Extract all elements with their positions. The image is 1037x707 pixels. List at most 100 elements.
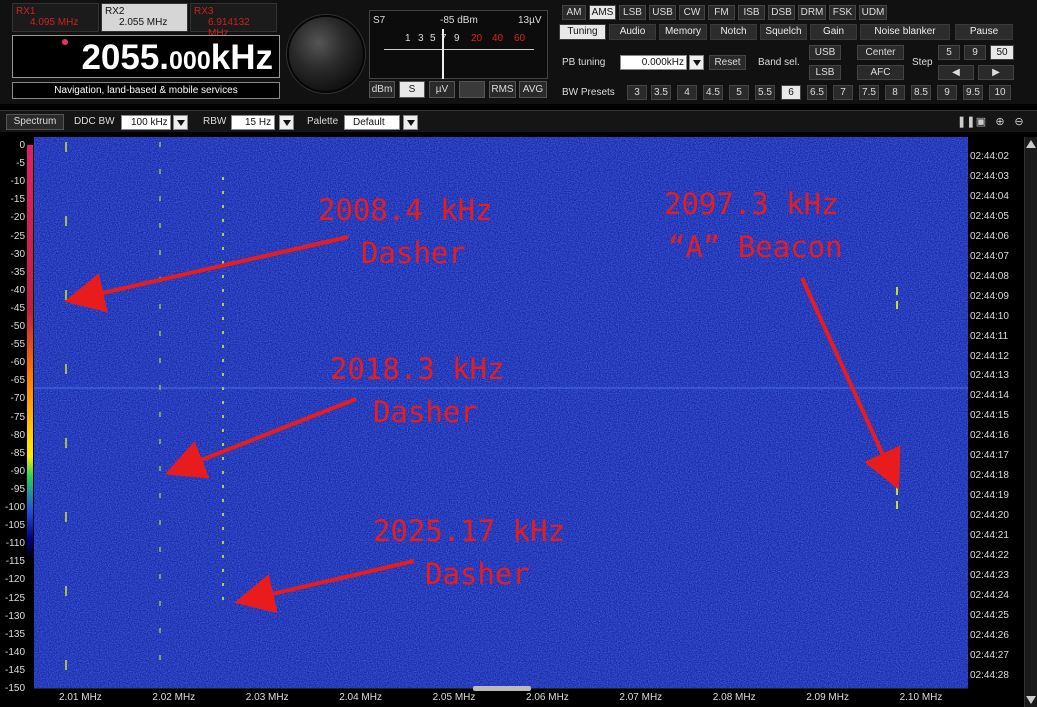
center-button[interactable]: Center [857,45,904,60]
step-50-button[interactable]: 50 [990,45,1014,60]
rbw-select[interactable]: 15 Hz [231,115,275,130]
unit-uv-button[interactable]: µV [429,81,455,98]
ddc-bw-select[interactable]: 100 kHz [121,115,171,130]
palette-label: Palette [307,116,339,127]
tab-squelch[interactable]: Squelch [760,24,807,40]
rx2-tab[interactable]: RX2 2.055 MHz [101,3,188,32]
mode-isb-button[interactable]: ISB [738,5,765,20]
time-axis: 02:44:02 02:44:03 02:44:04 02:44:05 02:44:06… [968,137,1024,690]
mode-dsb-button[interactable]: DSB [768,5,795,20]
palette-dropdown-icon[interactable] [403,115,418,130]
mode-cw-button[interactable]: CW [679,5,705,20]
bw-preset-button[interactable]: 5.5 [755,85,775,100]
bw-preset-button[interactable]: 7.5 [859,85,879,100]
bw-preset-button[interactable]: 8 [885,85,905,100]
mode-usb-button[interactable]: USB [649,5,676,20]
db-tick-label: -120 [4,574,25,586]
rms-button[interactable]: RMS [489,81,516,98]
bw-preset-button[interactable]: 3.5 [651,85,671,100]
scroll-up-icon[interactable] [1026,140,1036,148]
db-tick-label: -110 [5,538,25,550]
timestamp-label: 02:44:10 [970,310,1009,322]
band-lsb-button[interactable]: LSB [809,65,841,80]
mode-drm-button[interactable]: DRM [798,5,826,20]
mode-lsb-button[interactable]: LSB [619,5,646,20]
trace-2018-khz [159,358,161,363]
pb-tuning-label: PB tuning [562,57,606,68]
trace-2008-khz [65,290,67,300]
tab-audio[interactable]: Audio [609,24,656,40]
pause-button[interactable]: Pause [955,24,1013,40]
unit-dbm-button[interactable]: dBm [369,81,395,98]
meter-arc [384,49,534,54]
tuning-knob[interactable] [287,15,365,93]
trace-2025-khz [222,597,224,600]
rx3-tab[interactable]: RX3 6.914132 MHz [190,3,277,39]
step-left-button[interactable]: ◀ [938,65,974,80]
bw-preset-button[interactable]: 6 [781,85,801,100]
bw-preset-button[interactable]: 3 [627,85,647,100]
step-right-button[interactable]: ▶ [978,65,1014,80]
pause-icon[interactable]: ❚❚ [957,116,975,128]
frequency-tick-label: 2.10 MHz [899,692,943,703]
bw-preset-button[interactable]: 5 [729,85,749,100]
scale-mark-red: 20 [471,33,483,44]
scale-mark: 9 [454,33,460,44]
reset-button[interactable]: Reset [709,55,746,70]
mode-fm-button[interactable]: FM [708,5,735,20]
pb-tuning-field[interactable]: 0.000kHz [620,55,687,70]
mode-udm-button[interactable]: UDM [859,5,887,20]
unit-s-button[interactable]: S [399,81,425,98]
bw-preset-button[interactable]: 9 [937,85,957,100]
vertical-scrollbar[interactable] [1024,137,1037,707]
step-9-button[interactable]: 9 [964,45,986,60]
timestamp-label: 02:44:27 [970,649,1009,661]
meter-needle [442,29,444,79]
step-5-button[interactable]: 5 [938,45,960,60]
rx1-tab[interactable]: RX1 4.095 MHz [12,3,99,32]
avg-button[interactable]: AVG [519,81,547,98]
trace-2018-khz [159,574,161,579]
mode-ams-button[interactable]: AMS [589,5,616,20]
trace-2025-khz [222,317,224,320]
band-usb-button[interactable]: USB [809,45,841,60]
zoom-in-icon[interactable]: ⊕ [994,116,1006,128]
afc-button[interactable]: AFC [857,65,904,80]
rbw-dropdown-icon[interactable] [279,115,294,130]
ddc-bw-dropdown-icon[interactable] [173,115,188,130]
spectrum-button[interactable]: Spectrum [6,114,64,130]
tab-noise-blanker[interactable]: Noise blanker [860,24,950,40]
scroll-down-icon[interactable] [1026,696,1036,704]
timestamp-label: 02:44:09 [970,290,1009,302]
bw-preset-button[interactable]: 9.5 [963,85,983,100]
trace-2025-khz [222,401,224,404]
bw-preset-button[interactable]: 10 [989,85,1011,100]
horizontal-scroll-thumb[interactable] [473,686,531,691]
tab-gain[interactable]: Gain [810,24,857,40]
uv-reading: 13µV [518,15,542,26]
unit-blank-button[interactable] [459,81,485,98]
bw-preset-button[interactable]: 8.5 [911,85,931,100]
trace-2008-khz [65,364,67,374]
tab-notch[interactable]: Notch [710,24,757,40]
tab-memory[interactable]: Memory [659,24,707,40]
trace-2018-khz [159,223,161,228]
timestamp-label: 02:44:25 [970,609,1009,621]
bw-preset-button[interactable]: 6.5 [807,85,827,100]
frequency-display[interactable]: 2055.000kHz [12,35,280,78]
mode-am-button[interactable]: AM [562,5,586,20]
bw-preset-button[interactable]: 4.5 [703,85,723,100]
rx1-name: RX1 [16,6,36,17]
trace-2025-khz [222,373,224,376]
palette-select[interactable]: Default [344,115,400,130]
trace-2018-khz [159,412,161,417]
bw-preset-button[interactable]: 4 [677,85,697,100]
timestamp-label: 02:44:07 [970,250,1009,262]
mode-fsk-button[interactable]: FSK [829,5,856,20]
bw-preset-button[interactable]: 7 [833,85,853,100]
pb-dropdown-icon[interactable] [689,55,704,70]
trace-2097-khz [896,487,898,495]
zoom-out-icon[interactable]: ⊖ [1013,116,1025,128]
tab-tuning[interactable]: Tuning [559,24,606,40]
save-icon[interactable]: ▣ [975,116,987,128]
